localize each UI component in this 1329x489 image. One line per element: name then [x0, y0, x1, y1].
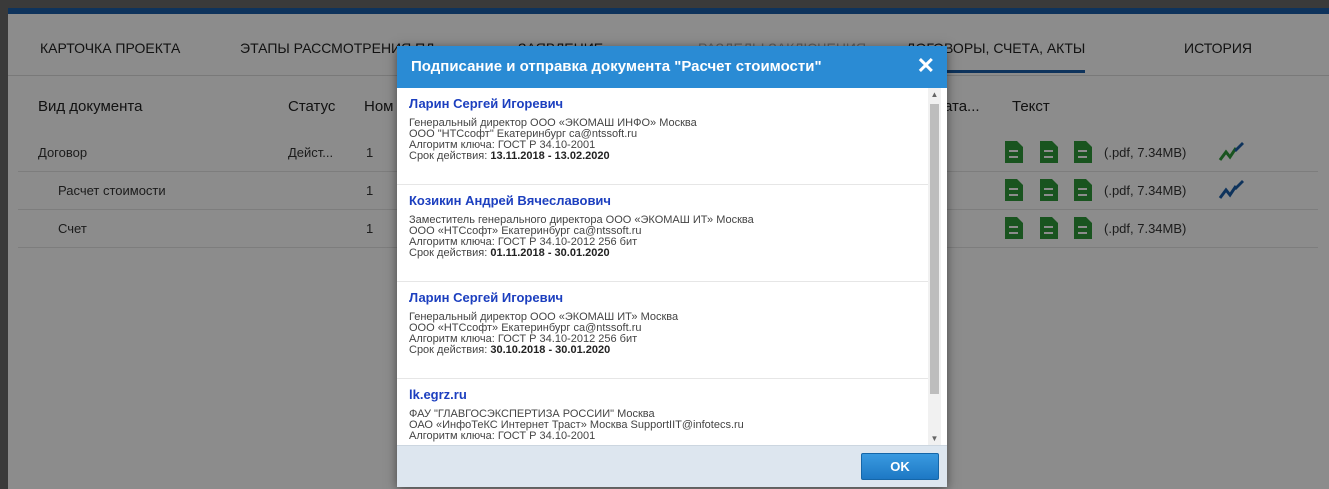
cert-validity-label: Срок действия:	[409, 150, 491, 162]
scroll-down-arrow-icon[interactable]: ▼	[928, 432, 941, 445]
close-icon[interactable]: ✕	[917, 54, 935, 78]
certificate-item[interactable]: Ларин Сергей Игоревич Генеральный директ…	[397, 88, 928, 185]
certificate-item[interactable]: Козикин Андрей Вячеславович Заместитель …	[397, 185, 928, 282]
cert-validity-label: Срок действия:	[409, 247, 491, 259]
ok-button[interactable]: OK	[861, 453, 939, 480]
cert-validity: Срок действия: 13.11.2018 - 13.02.2020	[409, 151, 918, 162]
cert-validity: Срок действия: 01.11.2018 - 30.01.2020	[409, 248, 918, 259]
cert-algorithm: Алгоритм ключа: ГОСТ Р 34.10-2001	[409, 430, 596, 442]
sign-dialog: Подписание и отправка документа "Расчет …	[397, 46, 947, 487]
dialog-title: Подписание и отправка документа "Расчет …	[411, 58, 822, 75]
certificate-item[interactable]: lk.egrz.ru ФАУ "ГЛАВГОСЭКСПЕРТИЗА РОССИИ…	[397, 379, 928, 445]
cert-validity: Срок действия: 30.10.2018 - 30.01.2020	[409, 345, 918, 356]
cert-validity-label: Срок действия:	[409, 344, 491, 356]
cert-owner-name: Ларин Сергей Игоревич	[409, 290, 564, 305]
scrollbar[interactable]: ▲ ▼	[928, 88, 941, 445]
cert-validity-dates: 30.10.2018 - 30.01.2020	[490, 344, 611, 356]
cert-owner-name: Ларин Сергей Игоревич	[409, 96, 564, 111]
cert-validity-dates: 01.11.2018 - 30.01.2020	[490, 247, 610, 259]
cert-validity-dates: 13.11.2018 - 13.02.2020	[490, 150, 610, 162]
scroll-up-arrow-icon[interactable]: ▲	[928, 88, 941, 101]
dialog-header: Подписание и отправка документа "Расчет …	[397, 46, 947, 88]
certificate-item[interactable]: Ларин Сергей Игоревич Генеральный директ…	[397, 282, 928, 379]
cert-owner-name: lk.egrz.ru	[409, 387, 467, 402]
dialog-footer: OK	[397, 445, 947, 487]
scroll-thumb[interactable]	[930, 104, 939, 394]
certificate-list[interactable]: Ларин Сергей Игоревич Генеральный директ…	[397, 88, 928, 445]
cert-owner-name: Козикин Андрей Вячеславович	[409, 193, 611, 208]
